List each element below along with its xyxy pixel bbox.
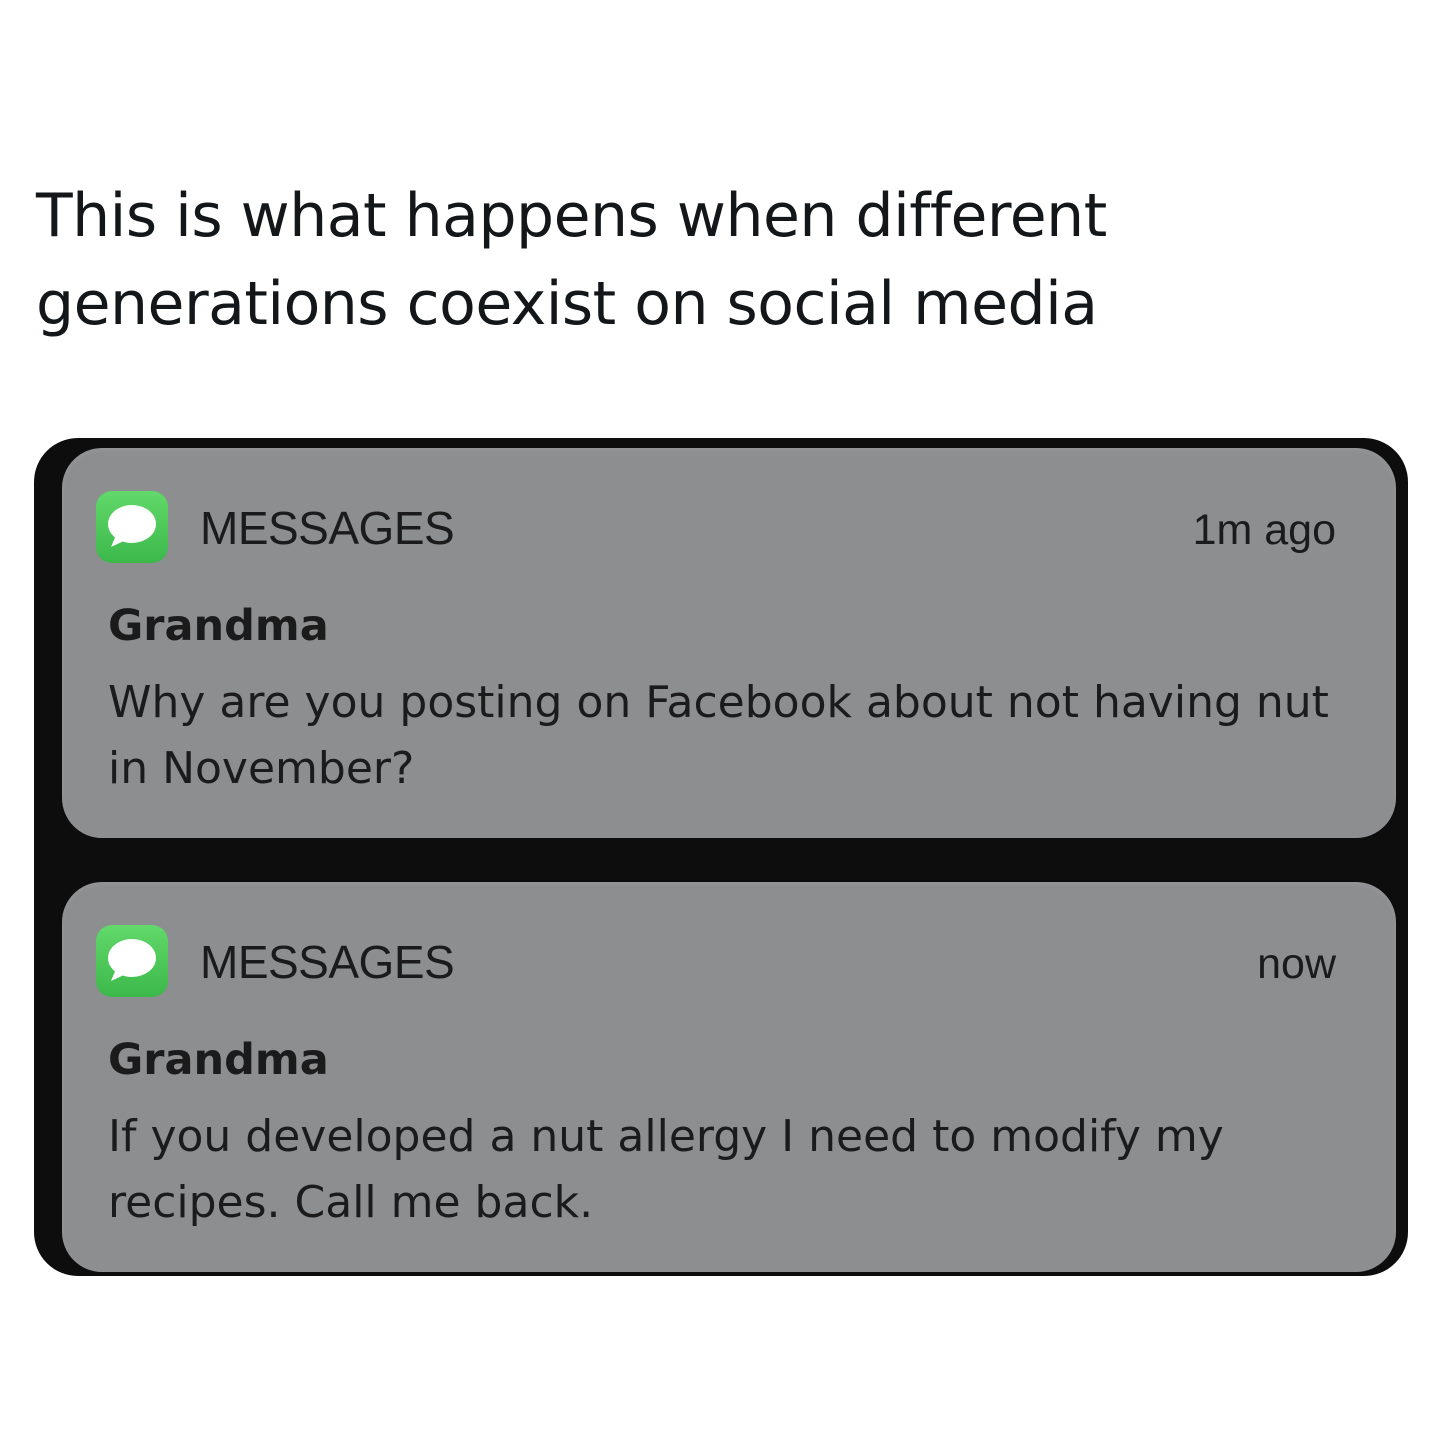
notification-sender: Grandma [108, 1035, 329, 1085]
notification-screenshot: MESSAGES 1m ago Grandma Why are you post… [34, 438, 1408, 1276]
notification-sender: Grandma [108, 601, 329, 651]
notification-timestamp: 1m ago [1192, 506, 1336, 554]
messages-bubble-icon [96, 925, 168, 997]
notification-app-name: MESSAGES [200, 502, 455, 554]
notification-message: Why are you posting on Facebook about no… [108, 677, 1329, 794]
notification-card[interactable]: MESSAGES 1m ago Grandma Why are you post… [62, 448, 1396, 838]
notification-app-name: MESSAGES [200, 936, 455, 988]
notification-timestamp: now [1257, 940, 1336, 988]
post-caption: This is what happens when different gene… [36, 181, 1107, 339]
notification-message: If you developed a nut allergy I need to… [108, 1111, 1224, 1228]
messages-bubble-icon [96, 491, 168, 563]
notification-card[interactable]: MESSAGES now Grandma If you developed a … [62, 882, 1396, 1272]
